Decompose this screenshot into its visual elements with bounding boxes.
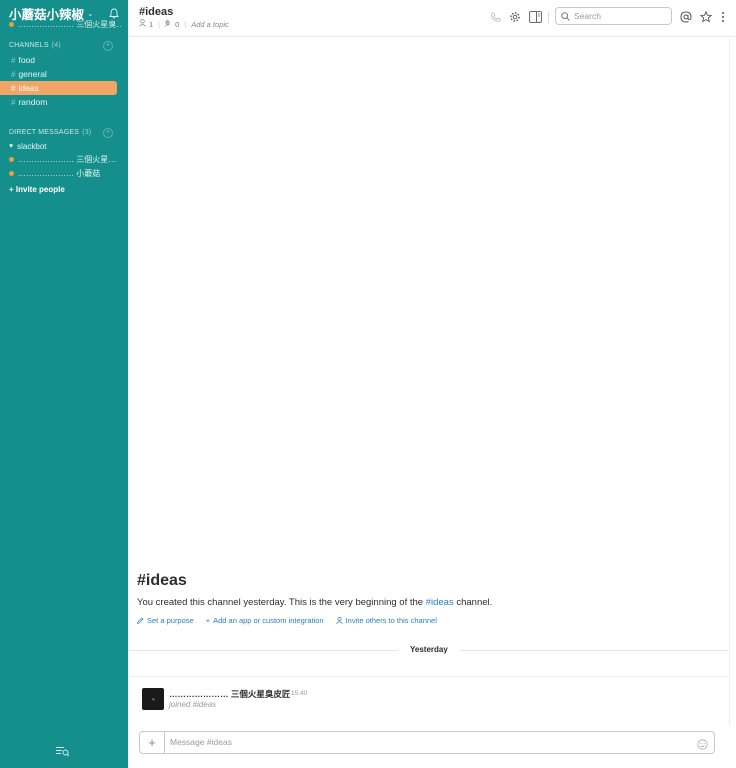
phone-icon[interactable] <box>490 10 501 28</box>
sidebar-item-ideas[interactable]: # ideas <box>0 81 117 95</box>
chevron-down-icon: ⌄ <box>87 8 94 18</box>
sidebar-item-general[interactable]: # general <box>0 67 117 81</box>
set-purpose-label: Set a purpose <box>147 616 194 625</box>
emoji-icon[interactable] <box>697 737 708 755</box>
star-icon[interactable] <box>699 10 713 28</box>
add-app-link[interactable]: + Add an app or custom integration <box>206 616 324 625</box>
add-channel-icon[interactable]: + <box>103 41 113 51</box>
header-divider <box>548 11 549 24</box>
person-icon <box>335 617 343 624</box>
divider: | <box>158 19 161 29</box>
hash-icon: # <box>11 69 16 79</box>
dm-item-slackbot[interactable]: ♥ slackbot <box>9 140 119 153</box>
dm-label: ………………… 三個火星… <box>18 155 117 164</box>
add-app-label: Add an app or custom integration <box>213 616 324 625</box>
set-purpose-link[interactable]: Set a purpose <box>137 616 194 625</box>
sidebar-toggle-icon[interactable] <box>529 10 542 28</box>
dm-header[interactable]: DIRECT MESSAGES (3) + <box>9 128 117 138</box>
sidebar-item-random[interactable]: # random <box>0 95 117 109</box>
pinned-count[interactable]: 0 <box>175 20 179 29</box>
day-label: Yesterday <box>398 645 460 654</box>
intro-title: #ideas <box>137 572 187 589</box>
channels-count: (4) <box>51 42 61 49</box>
current-user[interactable]: ………………… 三個火星臭… <box>9 19 121 30</box>
message-divider <box>128 676 728 677</box>
intro-text-after: channel. <box>453 597 493 608</box>
gear-icon[interactable] <box>509 10 521 28</box>
intro-actions: Set a purpose + Add an app or custom int… <box>137 616 437 625</box>
add-dm-icon[interactable]: + <box>103 128 113 138</box>
message-composer[interactable]: + Message #ideas <box>139 731 715 754</box>
channel-label: food <box>18 55 35 65</box>
hash-icon: # <box>11 97 16 107</box>
dm-label: slackbot <box>17 142 47 151</box>
add-topic-link[interactable]: Add a topic <box>191 20 229 29</box>
dm-label: ………………… 小蘑菇 <box>18 169 101 178</box>
intro-text-before: You created this channel yesterday. This… <box>137 597 426 608</box>
presence-dot <box>9 171 14 176</box>
message-timestamp[interactable]: 15:40 <box>291 690 307 697</box>
intro-text: You created this channel yesterday. This… <box>137 597 492 608</box>
user-name: ………………… 三個火星臭… <box>18 20 121 29</box>
invite-others-link[interactable]: Invite others to this channel <box>335 616 437 625</box>
message-author[interactable]: ………………… 三個火星臭皮匠 <box>169 688 290 700</box>
pencil-icon <box>137 617 144 624</box>
dm-count: (3) <box>82 129 92 136</box>
hash-icon: # <box>11 83 16 93</box>
channel-title[interactable]: #ideas <box>139 6 173 18</box>
dm-header-label[interactable]: DIRECT MESSAGES <box>9 129 79 136</box>
dm-item-user-2[interactable]: ………………… 三個火星… <box>9 153 119 166</box>
pin-icon[interactable] <box>165 19 172 29</box>
divider: | <box>184 19 187 29</box>
channel-label: random <box>18 97 48 107</box>
hash-icon: # <box>11 55 16 65</box>
sidebar-item-food[interactable]: # food <box>0 53 117 67</box>
quick-switcher-icon[interactable] <box>56 744 70 762</box>
channel-label: general <box>18 69 47 79</box>
invite-others-label: Invite others to this channel <box>345 616 437 625</box>
message-input[interactable]: Message #ideas <box>170 737 232 747</box>
plus-icon: + <box>205 616 211 625</box>
members-count[interactable]: 1 <box>149 20 153 29</box>
intro-channel-link[interactable]: #ideas <box>426 597 454 608</box>
avatar[interactable]: ✎ <box>142 688 164 710</box>
channel-header: #ideas 1 | 0 | Add a topic Search <box>128 0 736 37</box>
heart-icon: ♥ <box>9 143 14 150</box>
presence-dot <box>9 157 14 162</box>
message-text: joined #ideas <box>169 700 217 709</box>
scrollbar[interactable] <box>729 38 735 726</box>
channels-header[interactable]: CHANNELS (4) + <box>9 41 117 51</box>
search-icon <box>561 11 570 21</box>
at-mention-icon[interactable] <box>680 10 692 28</box>
channel-label: ideas <box>18 83 39 93</box>
channel-meta: 1 | 0 | Add a topic <box>139 19 229 29</box>
sidebar: 小蘑菇小辣椒 ⌄ ………………… 三個火星臭… CHANNELS (4) + #… <box>0 0 128 768</box>
dm-item-user-3[interactable]: ………………… 小蘑菇 <box>9 167 119 180</box>
more-vertical-icon[interactable] <box>721 10 725 28</box>
member-icon[interactable] <box>139 19 146 29</box>
presence-dot <box>9 22 14 27</box>
search-input[interactable]: Search <box>555 7 672 25</box>
channels-header-label[interactable]: CHANNELS <box>9 42 49 49</box>
invite-people-link[interactable]: + Invite people <box>9 185 65 194</box>
search-placeholder: Search <box>574 11 601 21</box>
attach-plus-button[interactable]: + <box>140 732 165 753</box>
